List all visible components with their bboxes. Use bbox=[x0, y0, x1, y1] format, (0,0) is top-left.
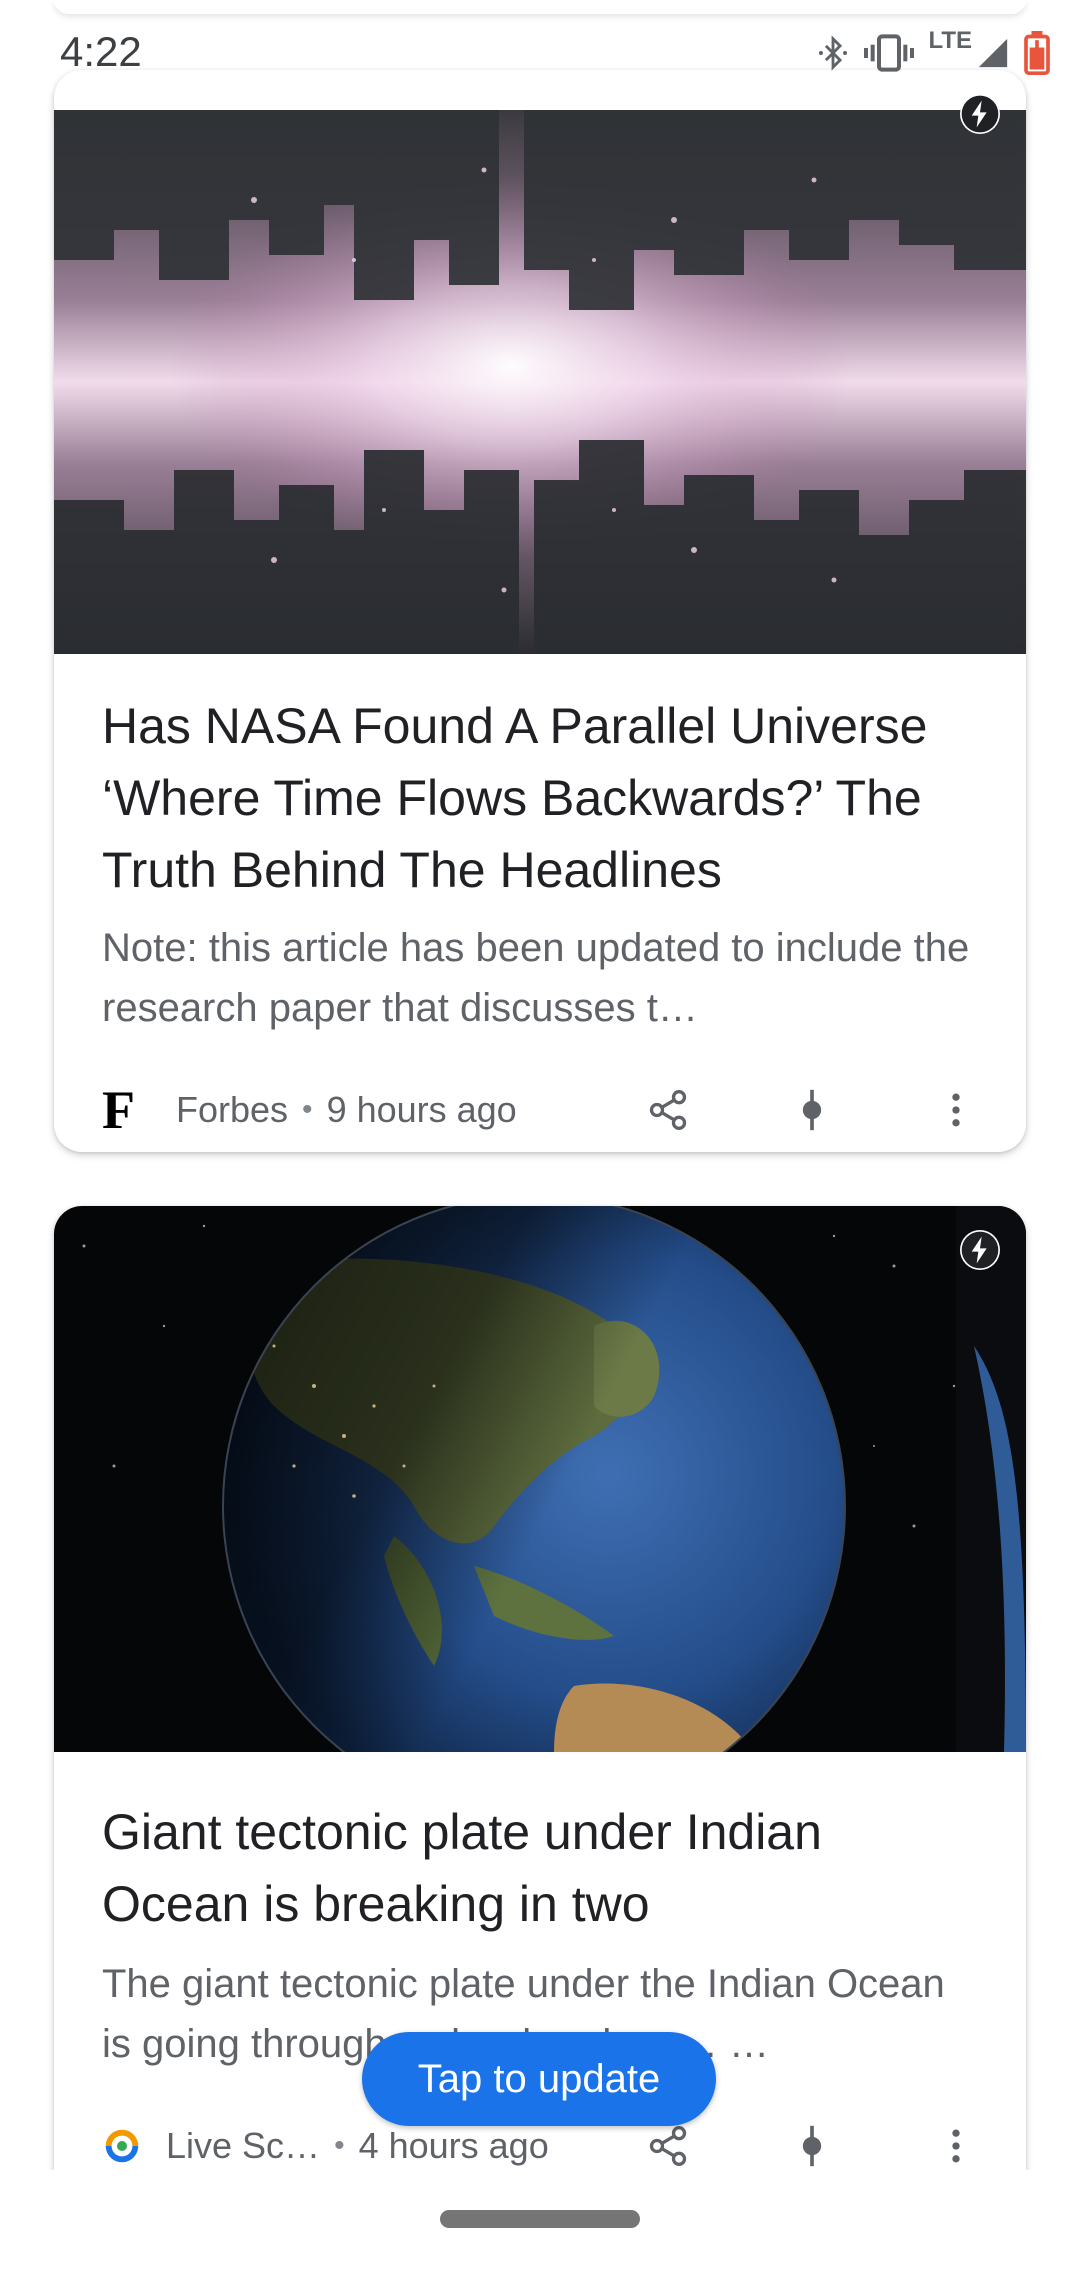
full-coverage-icon bbox=[802, 2125, 822, 2167]
status-icons: LTE bbox=[816, 27, 1050, 78]
earth-image bbox=[54, 1206, 1026, 1752]
article-title[interactable]: Giant tectonic plate under Indian Ocean … bbox=[102, 1796, 982, 1940]
bluetooth-icon bbox=[819, 35, 848, 71]
full-coverage-button[interactable] bbox=[782, 1080, 842, 1140]
home-gesture-handle[interactable] bbox=[440, 2210, 640, 2228]
card-actions bbox=[554, 1080, 986, 1140]
article-age: 9 hours ago bbox=[326, 1089, 517, 1130]
gesture-nav-area bbox=[0, 2170, 1080, 2270]
status-time: 4:22 bbox=[60, 28, 142, 75]
article-image-earth[interactable] bbox=[54, 1206, 1026, 1752]
signal-icon bbox=[978, 38, 1008, 68]
source-name[interactable]: Forbes bbox=[176, 1089, 288, 1131]
full-coverage-button[interactable] bbox=[782, 2116, 842, 2176]
battery-icon bbox=[1024, 31, 1050, 75]
lightning-bolt-icon bbox=[960, 1230, 1000, 1270]
share-icon bbox=[649, 1090, 687, 1130]
more-options-button[interactable] bbox=[926, 1080, 986, 1140]
article-age: 4 hours ago bbox=[358, 2125, 549, 2166]
card-footer: F Forbes • 9 hours ago bbox=[102, 1080, 986, 1140]
article-image-parallel-city[interactable] bbox=[54, 110, 1026, 654]
live-science-logo bbox=[102, 2118, 158, 2174]
source-name[interactable]: Live Sc… bbox=[166, 2125, 320, 2167]
network-type-label: LTE bbox=[928, 27, 972, 54]
tap-to-update-button[interactable]: Tap to update bbox=[362, 2032, 716, 2126]
forbes-logo: F bbox=[102, 1080, 135, 1140]
mirrored-city-image bbox=[54, 110, 1026, 654]
more-vert-icon bbox=[952, 1093, 960, 1127]
news-card[interactable]: Has NASA Found A Parallel Universe ‘Wher… bbox=[54, 70, 1026, 1152]
full-coverage-icon bbox=[802, 1089, 822, 1131]
vibrate-icon bbox=[864, 34, 915, 72]
separator: • bbox=[334, 2129, 345, 2162]
article-title[interactable]: Has NASA Found A Parallel Universe ‘Wher… bbox=[102, 690, 982, 906]
share-icon bbox=[649, 2126, 687, 2166]
more-vert-icon bbox=[952, 2129, 960, 2163]
status-bar: 4:22 LTE bbox=[0, 0, 1080, 110]
more-options-button[interactable] bbox=[926, 2116, 986, 2176]
article-snippet: Note: this article has been updated to i… bbox=[102, 926, 970, 1030]
separator: • bbox=[302, 1093, 313, 1126]
share-button[interactable] bbox=[638, 1080, 698, 1140]
